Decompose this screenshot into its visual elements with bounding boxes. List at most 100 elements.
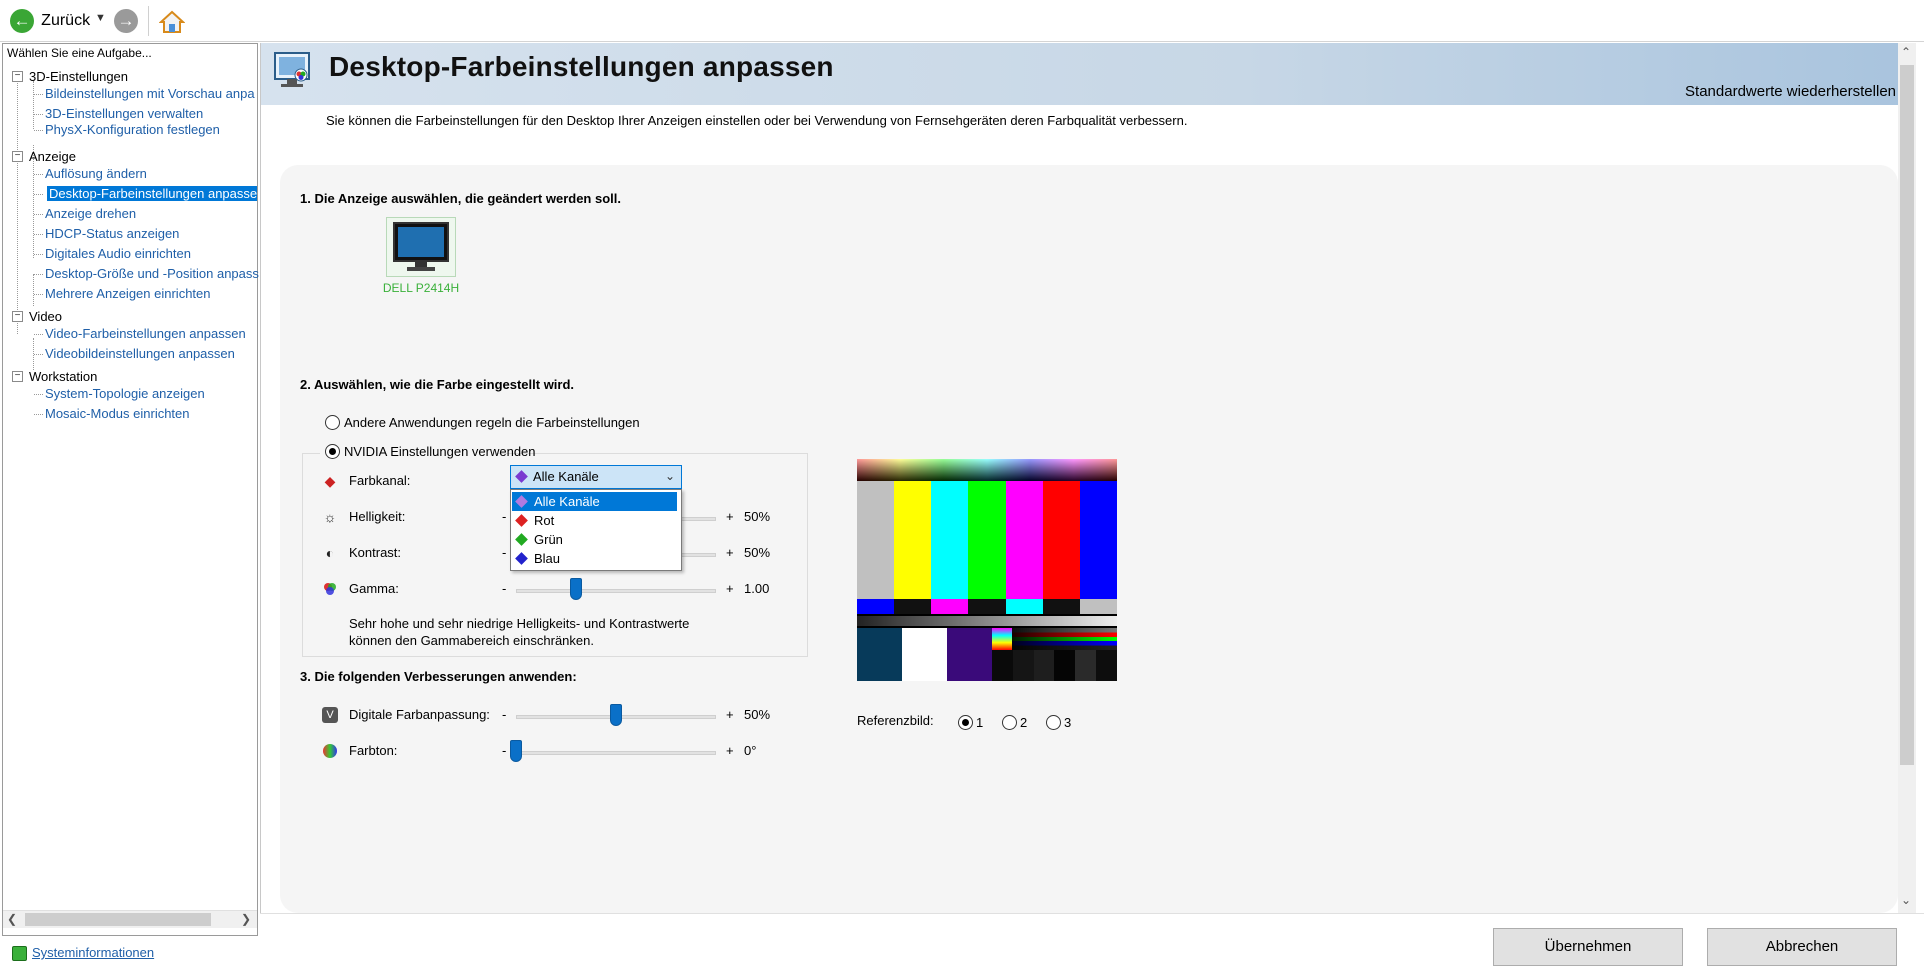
back-arrow-icon: ← [10, 9, 34, 33]
vibrance-plus: + [726, 707, 734, 722]
tree-category-3d[interactable]: 3D-Einstellungen [29, 69, 128, 84]
blue-channel-icon [515, 552, 528, 565]
contrast-plus: + [726, 545, 734, 560]
contrast-label: Kontrast: [349, 545, 402, 560]
color-channel-select[interactable]: Alle Kanäle ⌄ [510, 465, 682, 489]
tree-item-video-image[interactable]: Videobildeinstellungen anpassen [45, 346, 235, 361]
scroll-up-icon[interactable]: ⌃ [1901, 45, 1911, 59]
tree-item-desktop-size[interactable]: Desktop-Größe und -Position anpass [45, 266, 259, 281]
tree-item-digital-audio[interactable]: Digitales Audio einrichten [45, 246, 191, 261]
reference-color-bars [857, 481, 1117, 599]
forward-arrow-icon: → [114, 9, 138, 33]
reference-radio-3-label: 3 [1064, 715, 1072, 730]
sidebar-horizontal-scrollbar[interactable]: ❮ ❯ [3, 910, 257, 928]
dropdown-option-all[interactable]: Alle Kanäle [512, 492, 677, 511]
collapse-icon[interactable]: − [12, 371, 23, 382]
tree-item-mosaic[interactable]: Mosaic-Modus einrichten [45, 406, 190, 421]
collapse-icon[interactable]: − [12, 151, 23, 162]
tree-category-workstation[interactable]: Workstation [29, 369, 97, 384]
reference-ramp-shade [1012, 628, 1117, 650]
reference-patch-white [902, 628, 947, 681]
reference-image [857, 459, 1117, 681]
collapse-icon[interactable]: − [12, 311, 23, 322]
task-sidebar: Wählen Sie eine Aufgabe... − 3D-Einstell… [2, 43, 264, 936]
footer-separator [260, 913, 1924, 914]
color-channel-value: Alle Kanäle [533, 469, 599, 484]
tree-item-multi-display[interactable]: Mehrere Anzeigen einrichten [45, 286, 211, 301]
tree-item-manage-3d[interactable]: 3D-Einstellungen verwalten [45, 106, 203, 121]
reference-radio-1[interactable] [958, 715, 973, 730]
dropdown-option-green[interactable]: Grün [512, 530, 677, 549]
cancel-button[interactable]: Abbrechen [1707, 928, 1897, 966]
radio-other-apps[interactable] [325, 415, 340, 430]
nvidia-control-panel-window: ← Zurück ▼ → Wählen Sie eine Aufgabe... … [0, 0, 1924, 976]
dropdown-option-red[interactable]: Rot [512, 511, 677, 530]
section-1-title: 1. Die Anzeige auswählen, die geändert w… [300, 191, 621, 206]
dropdown-option-blue[interactable]: Blau [512, 549, 677, 568]
scroll-left-icon[interactable]: ❮ [7, 912, 17, 926]
toolbar-separator [148, 6, 149, 36]
scroll-right-icon[interactable]: ❯ [241, 912, 251, 926]
sidebar-title: Wählen Sie eine Aufgabe... [7, 46, 152, 60]
system-info-link[interactable]: Systeminformationen [32, 945, 154, 960]
tree-line [33, 81, 34, 129]
hue-slider-track[interactable] [516, 751, 716, 755]
reference-radio-3[interactable] [1046, 715, 1061, 730]
display-selector-dell[interactable] [386, 217, 456, 277]
main-vertical-scrollbar[interactable]: ⌃ ⌄ [1898, 43, 1916, 913]
apply-button[interactable]: Übernehmen [1493, 928, 1683, 966]
vibrance-slider-thumb[interactable] [610, 704, 622, 726]
main-content: Desktop-Farbeinstellungen anpassen Stand… [260, 43, 1924, 913]
tree-item-physx[interactable]: PhysX-Konfiguration festlegen [45, 122, 220, 137]
chevron-down-icon: ⌄ [665, 469, 676, 483]
back-button[interactable]: ← Zurück [10, 9, 90, 35]
tree-item-video-color[interactable]: Video-Farbeinstellungen anpassen [45, 326, 246, 341]
radio-nvidia-settings[interactable] [325, 444, 340, 459]
gamma-slider-thumb[interactable] [570, 578, 582, 600]
all-channels-icon [515, 470, 528, 483]
page-banner: Desktop-Farbeinstellungen anpassen Stand… [261, 43, 1899, 105]
brightness-icon: ☼ [323, 509, 337, 525]
tree-item-hdcp[interactable]: HDCP-Status anzeigen [45, 226, 179, 241]
gamma-slider-track[interactable] [516, 589, 716, 593]
vibrance-minus: - [502, 707, 507, 722]
toolbar: ← Zurück ▼ → [0, 0, 1924, 42]
gamma-note-line1: Sehr hohe und sehr niedrige Helligkeits-… [349, 616, 690, 631]
tree-category-video[interactable]: Video [29, 309, 62, 324]
hue-minus: - [502, 743, 507, 758]
section-2-title: 2. Auswählen, wie die Farbe eingestellt … [300, 377, 575, 392]
tree-item-resolution[interactable]: Auflösung ändern [45, 166, 147, 181]
gamma-minus: - [502, 581, 507, 596]
hue-slider-thumb[interactable] [510, 740, 522, 762]
reference-radio-1-label: 1 [976, 715, 984, 730]
back-label: Zurück [41, 12, 91, 29]
reference-pluge [992, 650, 1117, 681]
monitor-icon [393, 222, 449, 271]
tree-item-image-preview[interactable]: Bildeinstellungen mit Vorschau anpa [45, 86, 255, 101]
brightness-label: Helligkeit: [349, 509, 406, 524]
desktop-color-icon [274, 52, 310, 87]
tree-category-display[interactable]: Anzeige [29, 149, 76, 164]
back-history-dropdown[interactable]: ▼ [95, 12, 106, 38]
reference-radio-2-label: 2 [1020, 715, 1028, 730]
gamma-label: Gamma: [349, 581, 399, 596]
tree-item-rotate[interactable]: Anzeige drehen [45, 206, 136, 221]
color-channel-icon: ◆ [324, 473, 336, 489]
reference-radio-2[interactable] [1002, 715, 1017, 730]
dropdown-option-red-label: Rot [534, 513, 555, 528]
home-button[interactable] [158, 9, 186, 35]
tree-item-desktop-color[interactable]: Desktop-Farbeinstellungen anpassen [47, 186, 264, 201]
scrollbar-thumb[interactable] [25, 913, 211, 926]
dropdown-option-blue-label: Blau [534, 551, 561, 566]
reference-gray-ramp [857, 616, 1117, 626]
collapse-icon[interactable]: − [12, 71, 23, 82]
scrollbar-thumb[interactable] [1900, 65, 1914, 765]
scroll-down-icon[interactable]: ⌄ [1901, 893, 1911, 907]
dropdown-option-green-label: Grün [534, 532, 563, 547]
restore-defaults-link[interactable]: Standardwerte wiederherstellen [1685, 83, 1896, 100]
green-channel-icon [515, 533, 528, 546]
forward-button[interactable]: → [114, 9, 138, 35]
tree-item-topology[interactable]: System-Topologie anzeigen [45, 386, 205, 401]
color-channel-label: Farbkanal: [349, 473, 411, 488]
reference-reverse-bars [857, 599, 1117, 614]
